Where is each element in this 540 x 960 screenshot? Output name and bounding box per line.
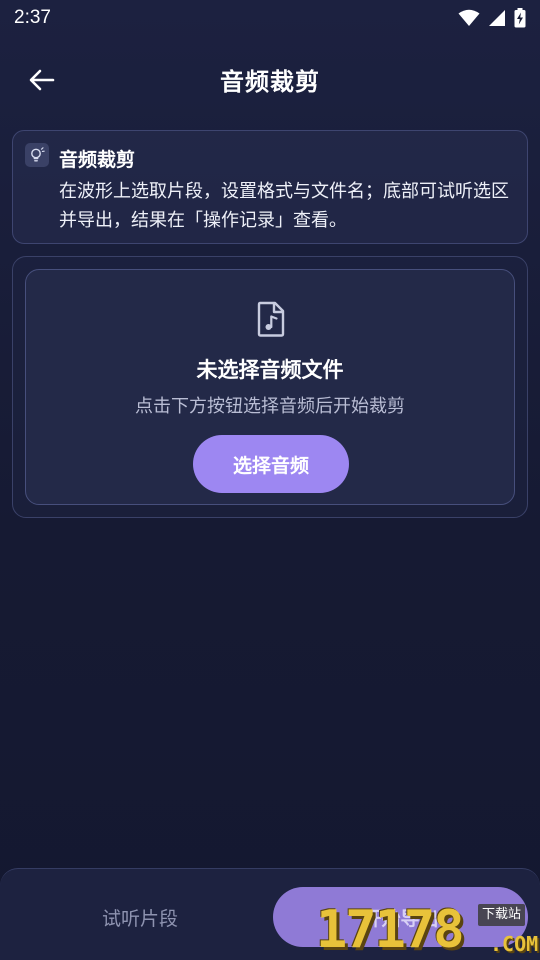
- status-time: 2:37: [14, 7, 51, 28]
- back-button[interactable]: [24, 62, 60, 98]
- arrow-left-icon: [29, 69, 55, 91]
- start-export-button[interactable]: 开始导出: [273, 887, 528, 947]
- empty-state-description: 点击下方按钮选择音频后开始裁剪: [135, 396, 405, 417]
- music-file-icon: [257, 301, 285, 337]
- preview-segment-button[interactable]: 试听片段: [20, 887, 260, 947]
- info-title: 音频裁剪: [59, 149, 136, 171]
- status-bar: 2:37: [0, 0, 540, 36]
- info-card: 音频裁剪 在波形上选取片段，设置格式与文件名；底部可试听选区并导出，结果在「操作…: [12, 130, 528, 244]
- lightbulb-icon: [25, 143, 49, 167]
- empty-state: 未选择音频文件 点击下方按钮选择音频后开始裁剪 选择音频: [25, 269, 515, 505]
- empty-state-title: 未选择音频文件: [196, 358, 344, 382]
- page-title: 音频裁剪: [220, 67, 320, 96]
- battery-charging-icon: [514, 8, 526, 28]
- info-description: 在波形上选取片段，设置格式与文件名；底部可试听选区并导出，结果在「操作记录」查看…: [59, 181, 509, 231]
- app-bar: 音频裁剪: [0, 50, 540, 108]
- choose-audio-button[interactable]: 选择音频: [193, 435, 349, 493]
- bottom-action-bar: 试听片段 开始导出: [0, 868, 540, 960]
- status-icons: [458, 8, 526, 28]
- signal-icon: [489, 10, 505, 26]
- wifi-icon: [458, 9, 480, 26]
- audio-picker-card: 未选择音频文件 点击下方按钮选择音频后开始裁剪 选择音频: [12, 256, 528, 518]
